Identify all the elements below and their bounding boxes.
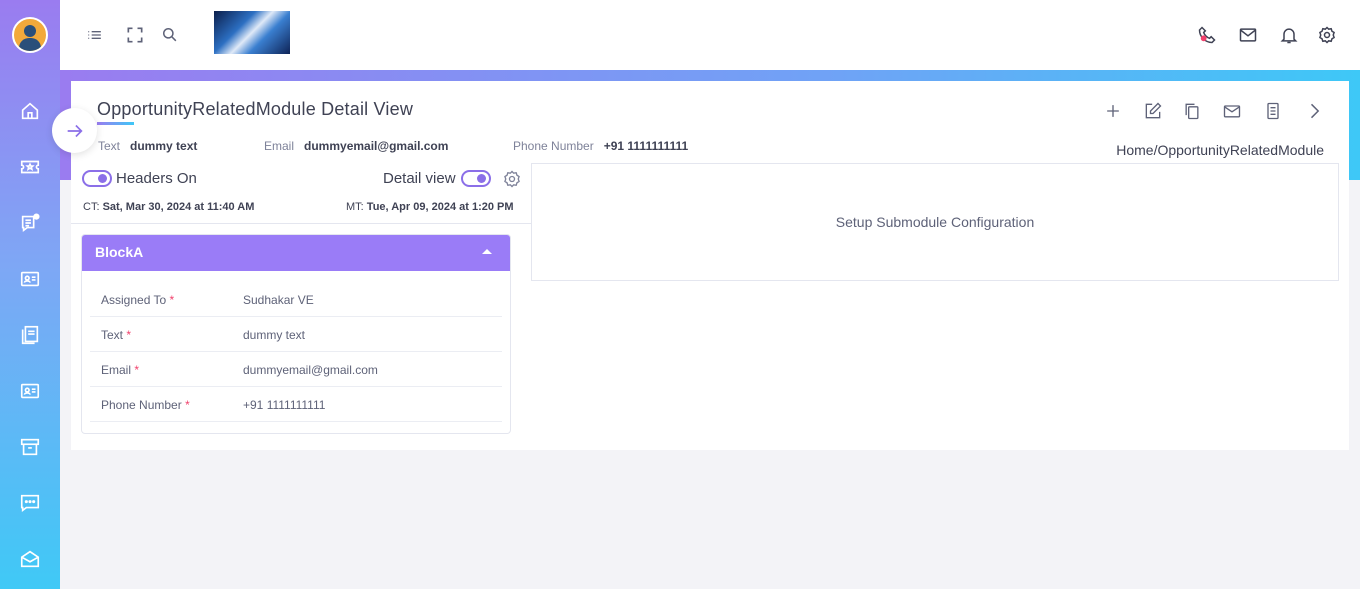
- breadcrumb[interactable]: Home/OpportunityRelatedModule: [1116, 142, 1324, 158]
- settings-icon[interactable]: [1313, 21, 1341, 49]
- document-icon[interactable]: [1261, 99, 1285, 123]
- contact-card-icon[interactable]: [18, 267, 42, 291]
- message-dots-icon[interactable]: [18, 491, 42, 515]
- copy-icon[interactable]: [1180, 99, 1204, 123]
- gear-icon[interactable]: [500, 167, 524, 191]
- header-field-phone: Phone Number +91 1111111111: [513, 139, 689, 153]
- detail-view-toggle[interactable]: [461, 170, 491, 187]
- title-underline: [97, 122, 134, 125]
- field-row: Phone Number * +91 1111111111: [90, 387, 502, 422]
- mail-open-icon[interactable]: [18, 547, 42, 571]
- edit-icon[interactable]: [1141, 99, 1165, 123]
- header-field-email: Email dummyemail@gmail.com: [264, 139, 449, 153]
- detail-card: OpportunityRelatedModule Detail View Tex…: [71, 81, 1349, 450]
- submodule-panel: Setup Submodule Configuration: [531, 163, 1339, 281]
- headers-on-toggle[interactable]: [82, 170, 112, 187]
- collapse-caret-icon[interactable]: [482, 249, 492, 254]
- ticket-icon[interactable]: [18, 155, 42, 179]
- field-value: dummyemail@gmail.com: [243, 363, 378, 377]
- header-field-text: Text dummy text: [98, 139, 198, 153]
- top-navbar: [60, 0, 1360, 70]
- fullscreen-icon[interactable]: [121, 21, 149, 49]
- modified-timestamp: MT: Tue, Apr 09, 2024 at 1:20 PM: [346, 201, 514, 213]
- menu-list-icon[interactable]: [81, 21, 109, 49]
- add-icon[interactable]: [1101, 99, 1125, 123]
- field-row: Assigned To * Sudhakar VE: [90, 282, 502, 317]
- block-a-panel: BlockA Assigned To * Sudhakar VE Text * …: [81, 234, 511, 434]
- field-row: Email * dummyemail@gmail.com: [90, 352, 502, 387]
- bell-icon[interactable]: [1275, 21, 1303, 49]
- divider: [71, 223, 531, 224]
- field-value: dummy text: [243, 328, 306, 342]
- user-avatar[interactable]: [12, 17, 48, 53]
- field-value: +91 1111111111: [243, 398, 326, 412]
- field-label: Assigned To *: [101, 293, 175, 307]
- field-value: Sudhakar VE: [243, 293, 314, 307]
- chat-notification-icon[interactable]: [18, 211, 42, 235]
- detail-view-label: Detail view: [383, 170, 456, 187]
- submodule-text[interactable]: Setup Submodule Configuration: [836, 214, 1034, 230]
- headers-on-label: Headers On: [116, 170, 197, 187]
- block-a-header[interactable]: BlockA: [82, 235, 510, 271]
- sidebar: [0, 0, 60, 589]
- pdf-docs-icon[interactable]: [18, 323, 42, 347]
- page-title: OpportunityRelatedModule Detail View: [97, 99, 414, 119]
- search-icon[interactable]: [156, 21, 184, 49]
- next-icon[interactable]: [1302, 99, 1326, 123]
- arrow-right-icon: [67, 124, 83, 137]
- home-icon[interactable]: [18, 99, 42, 123]
- field-row: Text * dummy text: [90, 317, 502, 352]
- id-card-icon[interactable]: [18, 379, 42, 403]
- field-label: Phone Number *: [101, 398, 190, 412]
- mail-icon[interactable]: [1220, 99, 1244, 123]
- expand-sidebar-button[interactable]: [52, 108, 97, 153]
- brand-logo-image: [214, 11, 290, 54]
- field-label: Email *: [101, 363, 140, 377]
- mail-icon[interactable]: [1234, 21, 1262, 49]
- field-label: Text *: [101, 328, 132, 342]
- block-title: BlockA: [95, 244, 144, 260]
- created-timestamp: CT: Sat, Mar 30, 2024 at 11:40 AM: [83, 201, 255, 213]
- phone-icon[interactable]: [1193, 21, 1221, 49]
- archive-icon[interactable]: [18, 435, 42, 459]
